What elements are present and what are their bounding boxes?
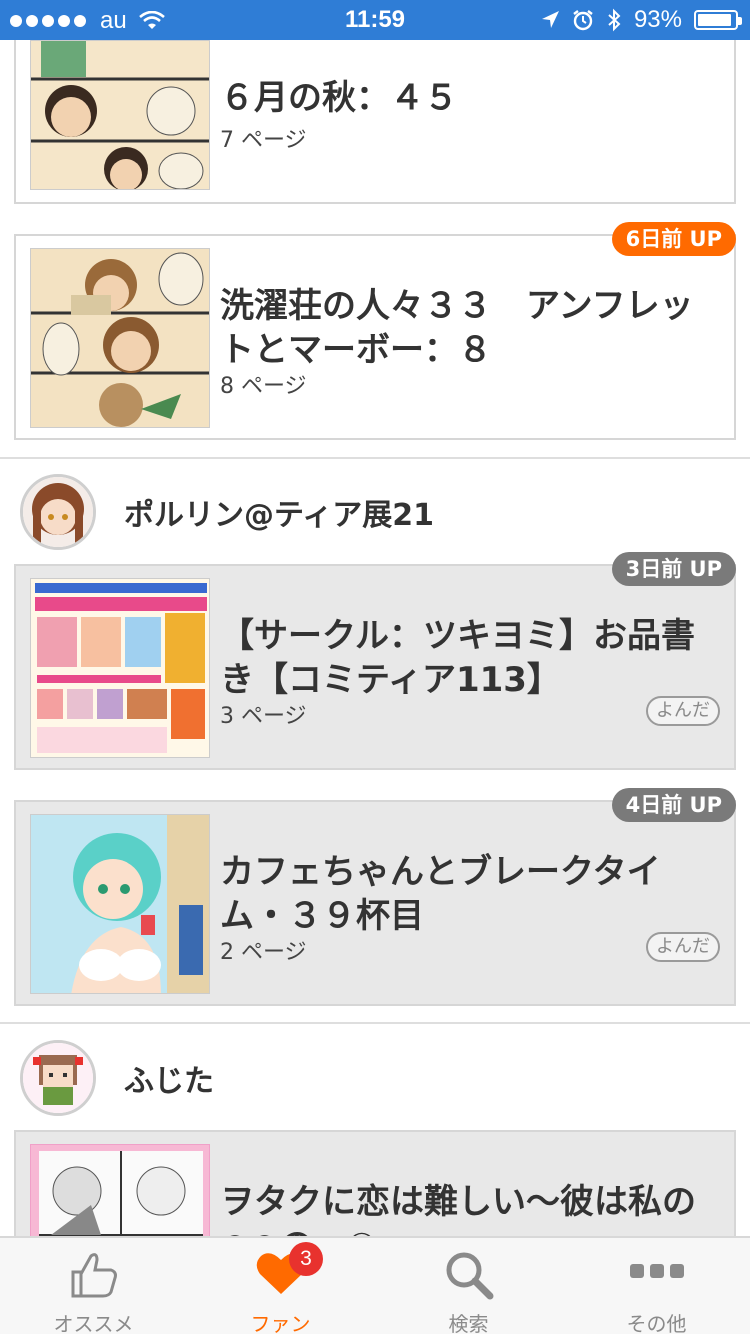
update-badge: 3日前 UP [611, 552, 736, 586]
author-name: ふじた [124, 1064, 214, 1099]
manga-title: カフェちゃんとブレークタイム・３９杯目 [220, 852, 661, 936]
tab-label: オススメ [53, 1312, 134, 1334]
tab-label: その他 [626, 1312, 687, 1334]
manga-thumbnail [30, 40, 210, 190]
battery-fill [698, 14, 732, 26]
bluetooth-icon [608, 8, 621, 32]
location-arrow-icon [541, 11, 559, 28]
manga-card[interactable]: 3日前 UP 【サークル：ツキヨミ】お品書き【コミティア113】 3 ページ よ… [14, 552, 736, 770]
tab-bar: オススメ 3 ファン 検索 その他 [0, 1236, 750, 1334]
manga-card[interactable]: 4日前 UP カフェちゃんとブレークタイム・３９杯目 2 ページ よんだ [14, 788, 736, 1006]
section-divider [0, 1022, 750, 1024]
manga-thumbnail [30, 248, 210, 428]
manga-card[interactable]: ヲタクに恋は難しい〜彼は私の○○の…④ [14, 1130, 736, 1236]
tab-search[interactable]: 検索 [375, 1238, 562, 1334]
author-row[interactable]: ふじた [0, 1034, 750, 1124]
search-icon [446, 1252, 493, 1300]
notification-badge: 3 [289, 1242, 323, 1276]
read-badge: よんだ [646, 696, 720, 726]
manga-card[interactable]: ６月の秋：４５ 7 ページ [14, 40, 736, 204]
tab-label: 検索 [448, 1312, 489, 1334]
alarm-icon [573, 10, 593, 31]
more-icon [629, 1264, 684, 1278]
avatar[interactable] [20, 474, 96, 550]
thumbs-up-icon [71, 1253, 117, 1298]
battery-icon [694, 10, 742, 30]
status-right: 93% [540, 6, 742, 34]
manga-thumbnail [30, 814, 210, 994]
manga-thumbnail [30, 578, 210, 758]
page-count: 7 ページ [220, 128, 307, 153]
tab-fan[interactable]: 3 ファン [187, 1238, 374, 1334]
tab-recommended[interactable]: オススメ [0, 1238, 187, 1334]
tab-label: ファン [250, 1312, 311, 1334]
update-badge: 4日前 UP [611, 788, 736, 822]
read-badge: よんだ [646, 932, 720, 962]
manga-title: 洗濯荘の人々３３ アンフレットとマーボー：８ [220, 286, 694, 370]
page-count: 8 ページ [220, 374, 307, 399]
page-count: 2 ページ [220, 940, 307, 965]
page-count: 3 ページ [220, 704, 307, 729]
manga-thumbnail [30, 1144, 210, 1236]
fan-feed[interactable]: ６月の秋：４５ 7 ページ 6日前 UP 洗濯荘の人々３３ アンフレットとマーボ… [0, 40, 750, 1236]
section-divider [0, 457, 750, 459]
tab-other[interactable]: その他 [563, 1238, 750, 1334]
author-name: ポルリン@ティア展21 [124, 498, 434, 533]
manga-title: 【サークル：ツキヨミ】お品書き【コミティア113】 [220, 616, 695, 700]
manga-card[interactable]: 6日前 UP 洗濯荘の人々３３ アンフレットとマーボー：８ 8 ページ [14, 222, 736, 440]
update-badge: 6日前 UP [611, 222, 736, 256]
author-row[interactable]: ポルリン@ティア展21 [0, 468, 750, 558]
avatar[interactable] [20, 1040, 96, 1116]
status-bar: au 11:59 93% [0, 0, 750, 40]
manga-title: ６月の秋：４５ [220, 78, 458, 118]
battery-percent: 93% [633, 6, 682, 33]
manga-title: ヲタクに恋は難しい〜彼は私の○○の…④ [220, 1182, 696, 1236]
